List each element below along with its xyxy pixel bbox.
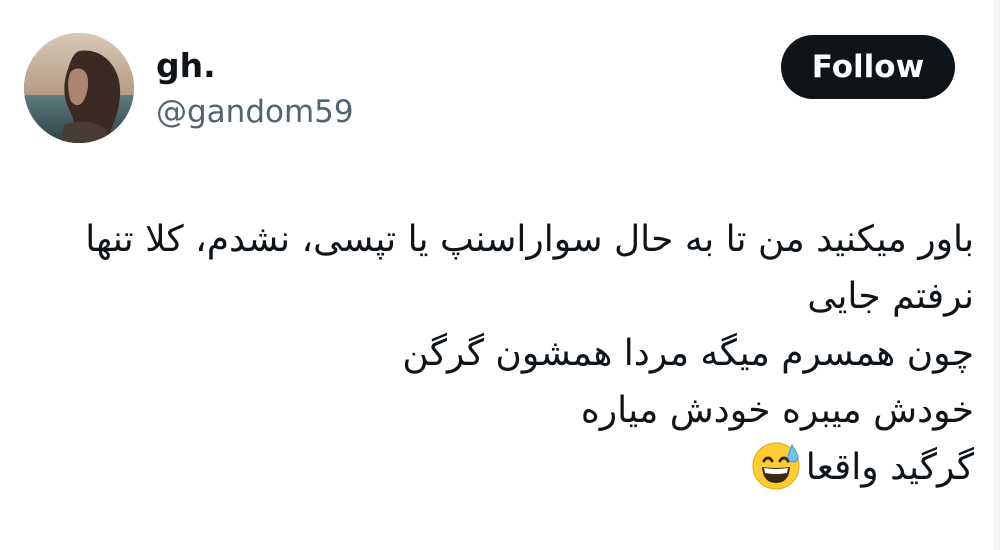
tweet-line-5: گرگید واقعا [14,439,974,496]
tweet-line-4: خودش میبره خودش میاره [580,390,974,431]
follow-button[interactable]: Follow [781,35,955,99]
user-handle[interactable]: @gandom59 [156,92,354,132]
tweet-line-5-text: گرگید واقعا [805,447,974,488]
avatar[interactable] [24,33,134,143]
tweet-line-2: نرفتم جایی [807,276,974,317]
tweet-line-3: چون همسرم میگه مردا همشون گرگن [402,333,974,374]
display-name[interactable]: gh. [156,46,216,86]
grinning-face-with-sweat-icon [752,442,800,490]
tweet-line-1: باور میکنید من تا به حال سواراسنپ یا تپس… [85,219,974,260]
tweet-text: باور میکنید من تا به حال سواراسنپ یا تپس… [14,211,974,496]
scrollbar-track [994,0,1000,550]
tweet-card: gh. @gandom59 Follow باور میکنید من تا ب… [0,0,1000,550]
avatar-photo [24,33,134,143]
